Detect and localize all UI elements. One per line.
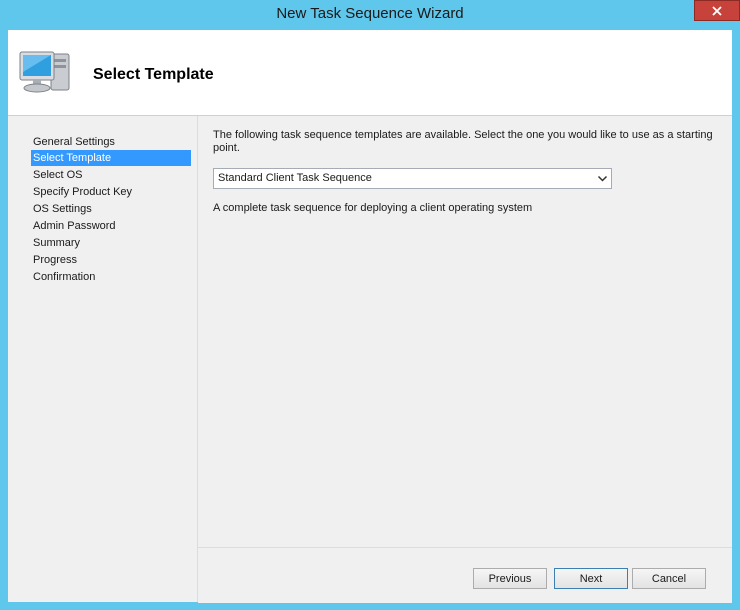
sidebar-item-os-settings[interactable]: OS Settings (31, 201, 191, 217)
cancel-button[interactable]: Cancel (632, 568, 706, 589)
chevron-down-icon[interactable] (597, 174, 608, 183)
sidebar-item-progress[interactable]: Progress (31, 252, 191, 268)
close-icon (712, 5, 722, 16)
wizard-content: The following task sequence templates ar… (198, 116, 732, 546)
page-title: Select Template (93, 66, 214, 83)
next-button[interactable]: Next (554, 568, 628, 589)
close-button[interactable] (694, 0, 740, 21)
wizard-header: Select Template (8, 30, 732, 116)
wizard-window: New Task Sequence Wizard Select Template… (0, 0, 740, 610)
template-description: A complete task sequence for deploying a… (213, 202, 533, 214)
title-bar[interactable]: New Task Sequence Wizard (0, 0, 740, 30)
instructions-text: The following task sequence templates ar… (213, 129, 713, 154)
wizard-client-area: Select Template General Settings Select … (8, 30, 732, 603)
sidebar-item-confirmation[interactable]: Confirmation (31, 269, 191, 285)
computer-icon (19, 51, 70, 93)
window-title: New Task Sequence Wizard (276, 5, 464, 22)
template-select[interactable]: Standard Client Task Sequence (213, 168, 612, 189)
wizard-footer: Previous Next Cancel (198, 547, 732, 603)
template-select-value: Standard Client Task Sequence (218, 172, 372, 184)
sidebar-item-select-template[interactable]: Select Template (31, 150, 191, 166)
sidebar-item-admin-password[interactable]: Admin Password (31, 218, 191, 234)
sidebar-item-summary[interactable]: Summary (31, 235, 191, 251)
sidebar-item-specify-product-key[interactable]: Specify Product Key (31, 184, 191, 200)
wizard-steps-sidebar: General Settings Select Template Select … (8, 116, 198, 602)
sidebar-item-general-settings[interactable]: General Settings (31, 134, 191, 150)
sidebar-item-select-os[interactable]: Select OS (31, 167, 191, 183)
previous-button[interactable]: Previous (473, 568, 547, 589)
